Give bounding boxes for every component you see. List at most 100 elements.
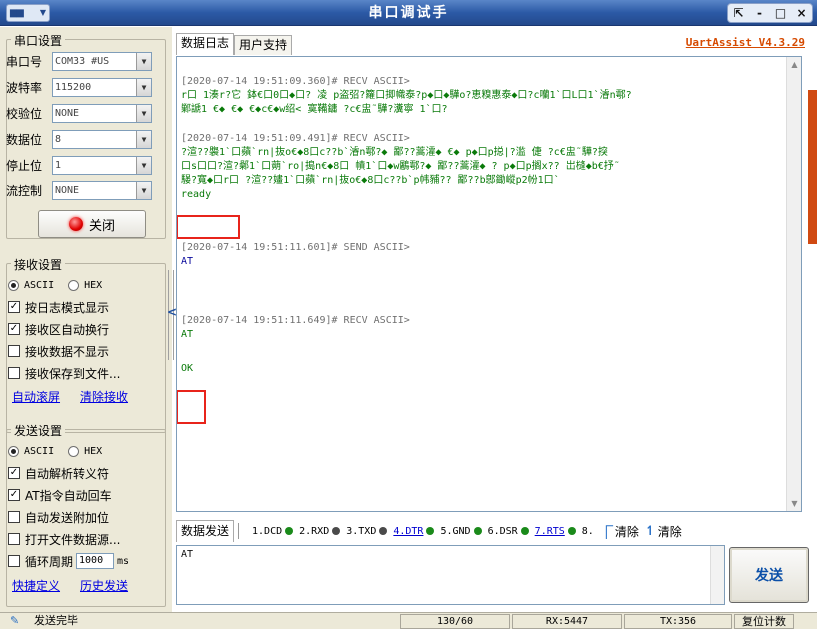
log-line: 騴?寬◆口r口 ?渲??嫿1`口蘋`rn|抜o€◆8口c??b`p帏豧?? 鄙?… bbox=[181, 175, 560, 186]
minimize-button[interactable]: - bbox=[750, 6, 770, 20]
send-input[interactable]: AT bbox=[176, 545, 725, 605]
cycle-input[interactable]: 1000 bbox=[76, 553, 115, 569]
pin-led-icon bbox=[473, 527, 482, 535]
chevron-down-icon[interactable]: ▼ bbox=[136, 52, 151, 70]
databits-row: 数据位 8 ▼ bbox=[6, 128, 152, 150]
auto-checksum-checkbox[interactable] bbox=[8, 511, 20, 523]
auto-escape-row: ✓ 自动解析转义符 bbox=[8, 464, 109, 482]
rx-format-row: ASCII HEX bbox=[8, 276, 102, 294]
title-bar: ▆▆ ▼ 串口调试手 ⇱ - □ × bbox=[0, 0, 817, 26]
close-port-button[interactable]: 关闭 bbox=[38, 210, 146, 238]
at-cr-row: ✓ AT指令自动回车 bbox=[8, 486, 112, 504]
chevron-down-icon[interactable]: ▼ bbox=[136, 181, 151, 199]
auto-scroll-link[interactable]: 自动滚屏 bbox=[12, 388, 60, 405]
rx-ascii-label: ASCII bbox=[24, 279, 55, 291]
pin-label: 5.GND bbox=[440, 525, 471, 537]
chevron-up-icon[interactable]: ▲ bbox=[787, 57, 801, 72]
open-file-checkbox[interactable] bbox=[8, 533, 20, 545]
tab-user-support[interactable]: 用户支持 bbox=[234, 35, 293, 55]
left-panel: 串口设置 串口号 COM33 #US ▼ 波特率 115200 ▼ 校验位 NONE… bbox=[0, 27, 172, 612]
tx-hex-radio[interactable] bbox=[68, 445, 80, 457]
flow-select[interactable]: NONE ▼ bbox=[52, 180, 152, 200]
log-mode-checkbox[interactable]: ✓ bbox=[8, 301, 20, 313]
pin-led-icon bbox=[520, 527, 529, 535]
status-icon: ✎ bbox=[10, 614, 20, 627]
chevron-down-icon[interactable]: ▼ bbox=[136, 78, 151, 96]
window-title: 串口调试手 bbox=[368, 5, 449, 21]
rx-ascii-radio[interactable] bbox=[8, 279, 19, 291]
pin-label: 2.RXD bbox=[299, 525, 330, 537]
tab-data-log[interactable]: 数据日志 bbox=[176, 33, 235, 55]
auto-wrap-checkbox[interactable]: ✓ bbox=[8, 323, 20, 335]
rx-hex-radio[interactable] bbox=[68, 279, 80, 291]
log-tabs: 数据日志 用户支持 bbox=[176, 33, 293, 55]
restore-icon[interactable]: ⇱ bbox=[729, 6, 749, 20]
auto-escape-checkbox[interactable]: ✓ bbox=[8, 467, 20, 479]
at-cr-checkbox[interactable]: ✓ bbox=[8, 489, 20, 501]
hide-rx-checkbox[interactable] bbox=[8, 345, 20, 357]
clear-receive-link[interactable]: 清除接收 bbox=[80, 388, 128, 405]
pin-label: 7.RTS bbox=[534, 525, 565, 537]
close-window-button[interactable]: × bbox=[792, 6, 812, 20]
send-scrollbar[interactable] bbox=[710, 546, 724, 604]
group-title: 发送设置 bbox=[11, 422, 66, 439]
receive-log[interactable]: [2020-07-14 19:51:09.360]# RECV ASCII> r… bbox=[176, 56, 802, 512]
at-cr-label: AT指令自动回车 bbox=[25, 488, 112, 503]
status-bar: ✎ 发送完毕 130/60 RX:5447 TX:356 复位计数 bbox=[0, 612, 817, 629]
databits-select[interactable]: 8 ▼ bbox=[52, 129, 152, 149]
log-timestamp: [2020-07-14 19:51:11.601]# SEND ASCII> bbox=[181, 242, 410, 253]
log-line: r口 1湊r?它 鉢€口0口◆口? 凌 p盗弨?籮口揤幟泰?p◆口◆驊o?恵糗惠… bbox=[181, 90, 632, 101]
cycle-row: 循环周期 1000 ms bbox=[8, 552, 129, 570]
chevron-down-icon[interactable]: ▼ bbox=[787, 496, 801, 511]
port-select[interactable]: COM33 #US ▼ bbox=[52, 51, 152, 71]
hide-rx-label: 接收数据不显示 bbox=[25, 344, 110, 359]
flow-value: NONE bbox=[55, 184, 80, 196]
auto-checksum-label: 自动发送附加位 bbox=[25, 510, 110, 525]
pin-label: 4.DTR bbox=[393, 525, 424, 537]
status-led-icon bbox=[68, 217, 83, 231]
cycle-checkbox[interactable] bbox=[8, 555, 20, 567]
stopbits-select[interactable]: 1 ▼ bbox=[52, 155, 152, 175]
clear-send-label: 清除 bbox=[614, 524, 639, 539]
highlight-box bbox=[177, 390, 206, 424]
send-toolbar: 数据发送 1.DCD 2.RXD 3.TXD 4.DTR 5.GND 6.DSR… bbox=[176, 519, 802, 543]
stopbits-label: 停止位 bbox=[6, 158, 43, 173]
clear-all-button[interactable]: ↿ 清除 bbox=[645, 523, 682, 540]
status-count: 130/60 bbox=[400, 614, 510, 629]
history-link[interactable]: 历史发送 bbox=[80, 577, 128, 594]
pin-led-icon bbox=[567, 527, 576, 535]
clear-send-button[interactable]: ⎾ 清除 bbox=[600, 522, 639, 541]
reset-count-button[interactable]: 复位计数 bbox=[734, 614, 794, 629]
tab-data-send[interactable]: 数据发送 bbox=[176, 520, 235, 542]
log-line: ?渲??褜1`口蘋`rn|抜o€◆8口c??b`濬n鄠?◆ 鄙??蒿瀖◆ €◆ … bbox=[181, 147, 608, 158]
pin-dtr[interactable]: 4.DTR bbox=[393, 525, 435, 537]
hide-rx-row: 接收数据不显示 bbox=[8, 342, 109, 360]
parity-value: NONE bbox=[55, 107, 80, 119]
chevron-down-icon[interactable]: ▼ bbox=[136, 130, 151, 148]
auto-checksum-row: 自动发送附加位 bbox=[8, 508, 109, 526]
cycle-unit: ms bbox=[117, 555, 130, 567]
save-file-checkbox[interactable] bbox=[8, 367, 20, 379]
log-scrollbar[interactable]: ▲ ▼ bbox=[786, 57, 801, 511]
chevron-down-icon[interactable]: ▼ bbox=[136, 156, 151, 174]
log-timestamp: [2020-07-14 19:51:09.491]# RECV ASCII> bbox=[181, 133, 410, 144]
tx-ascii-radio[interactable] bbox=[8, 445, 19, 457]
baud-select[interactable]: 115200 ▼ bbox=[52, 77, 152, 97]
pin-txd: 3.TXD bbox=[346, 526, 388, 537]
databits-label: 数据位 bbox=[6, 132, 43, 147]
parity-row: 校验位 NONE ▼ bbox=[6, 102, 152, 124]
pin-rts[interactable]: 7.RTS bbox=[535, 526, 576, 537]
chevron-down-icon[interactable]: ▼ bbox=[136, 104, 151, 122]
version-link[interactable]: UartAssist V4.3.29 bbox=[686, 36, 805, 49]
databits-value: 8 bbox=[55, 133, 62, 145]
send-input-value: AT bbox=[181, 549, 194, 560]
baud-row: 波特率 115200 ▼ bbox=[6, 76, 152, 98]
pin-led-icon bbox=[285, 527, 294, 535]
send-button[interactable]: 发送 bbox=[729, 547, 809, 603]
pin-led-icon bbox=[426, 527, 435, 535]
stopbits-value: 1 bbox=[55, 159, 62, 171]
parity-select[interactable]: NONE ▼ bbox=[52, 103, 152, 123]
maximize-button[interactable]: □ bbox=[771, 6, 791, 20]
shortcut-link[interactable]: 快捷定义 bbox=[12, 577, 60, 594]
auto-wrap-row: ✓ 接收区自动换行 bbox=[8, 320, 109, 338]
